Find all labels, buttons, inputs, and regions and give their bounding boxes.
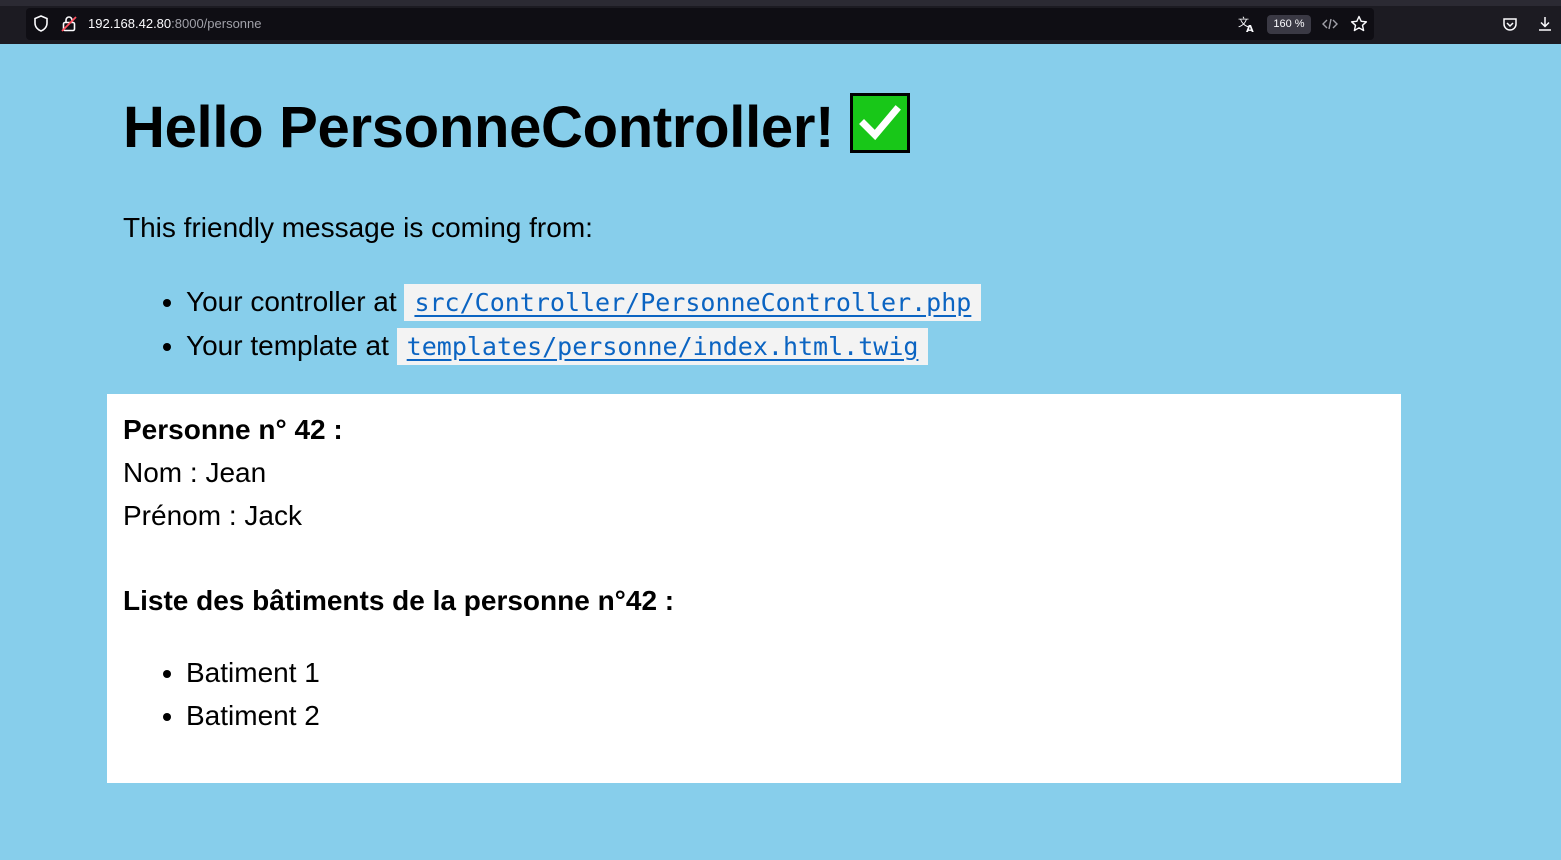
- list-item-controller: Your controller at src/Controller/Person…: [123, 280, 982, 324]
- controller-path-code: src/Controller/PersonneController.php: [404, 284, 982, 321]
- bullet: [163, 299, 171, 307]
- page-content: Hello PersonneController! This friendly …: [0, 44, 1561, 860]
- list-item: Batiment 1: [123, 651, 320, 694]
- personne-heading: Personne n° 42 :: [123, 414, 343, 445]
- controller-path-link[interactable]: src/Controller/PersonneController.php: [414, 288, 971, 317]
- source-paths-list: Your controller at src/Controller/Person…: [123, 280, 982, 368]
- list-item-template: Your template at templates/personne/inde…: [123, 324, 981, 368]
- batiments-list: Batiment 1 Batiment 2: [123, 651, 320, 737]
- bullet: [163, 713, 171, 721]
- shield-icon[interactable]: [33, 15, 49, 32]
- controller-label: Your controller at: [186, 286, 397, 317]
- url-path: :8000/personne: [171, 16, 262, 31]
- template-label: Your template at: [186, 330, 389, 361]
- template-path-code: templates/personne/index.html.twig: [396, 328, 929, 365]
- pocket-icon[interactable]: [1502, 16, 1518, 32]
- url-text[interactable]: 192.168.42.80:8000/personne: [88, 16, 262, 31]
- batiments-heading: Liste des bâtiments de la personne n°42 …: [123, 585, 675, 616]
- reader-view-icon[interactable]: [1322, 17, 1338, 31]
- check-mark-button-icon: [850, 93, 910, 153]
- personne-nom: Nom : Jean: [123, 457, 267, 488]
- bullet: [163, 670, 171, 678]
- tab-strip-edge: [0, 0, 1561, 6]
- list-item: Batiment 2: [123, 694, 320, 737]
- template-path-link[interactable]: templates/personne/index.html.twig: [407, 332, 919, 361]
- bullet: [163, 343, 171, 351]
- url-host: 192.168.42.80: [88, 16, 172, 31]
- translate-icon[interactable]: 文 A: [1238, 15, 1256, 33]
- bookmark-star-icon[interactable]: [1350, 15, 1368, 33]
- batiment-label: Batiment 1: [186, 657, 320, 688]
- personne-card: Personne n° 42 : Nom : Jean Prénom : Jac…: [107, 394, 1401, 783]
- zoom-level-button[interactable]: 160 %: [1267, 15, 1311, 34]
- browser-toolbar: 192.168.42.80:8000/personne 文 A 160 %: [0, 0, 1561, 44]
- insecure-lock-icon[interactable]: [61, 15, 77, 32]
- download-icon[interactable]: [1537, 15, 1553, 32]
- svg-text:A: A: [1246, 24, 1254, 33]
- personne-prenom: Prénom : Jack: [123, 500, 302, 531]
- intro-text: This friendly message is coming from:: [123, 212, 593, 243]
- page-title: Hello PersonneController!: [123, 95, 835, 160]
- batiment-label: Batiment 2: [186, 700, 320, 731]
